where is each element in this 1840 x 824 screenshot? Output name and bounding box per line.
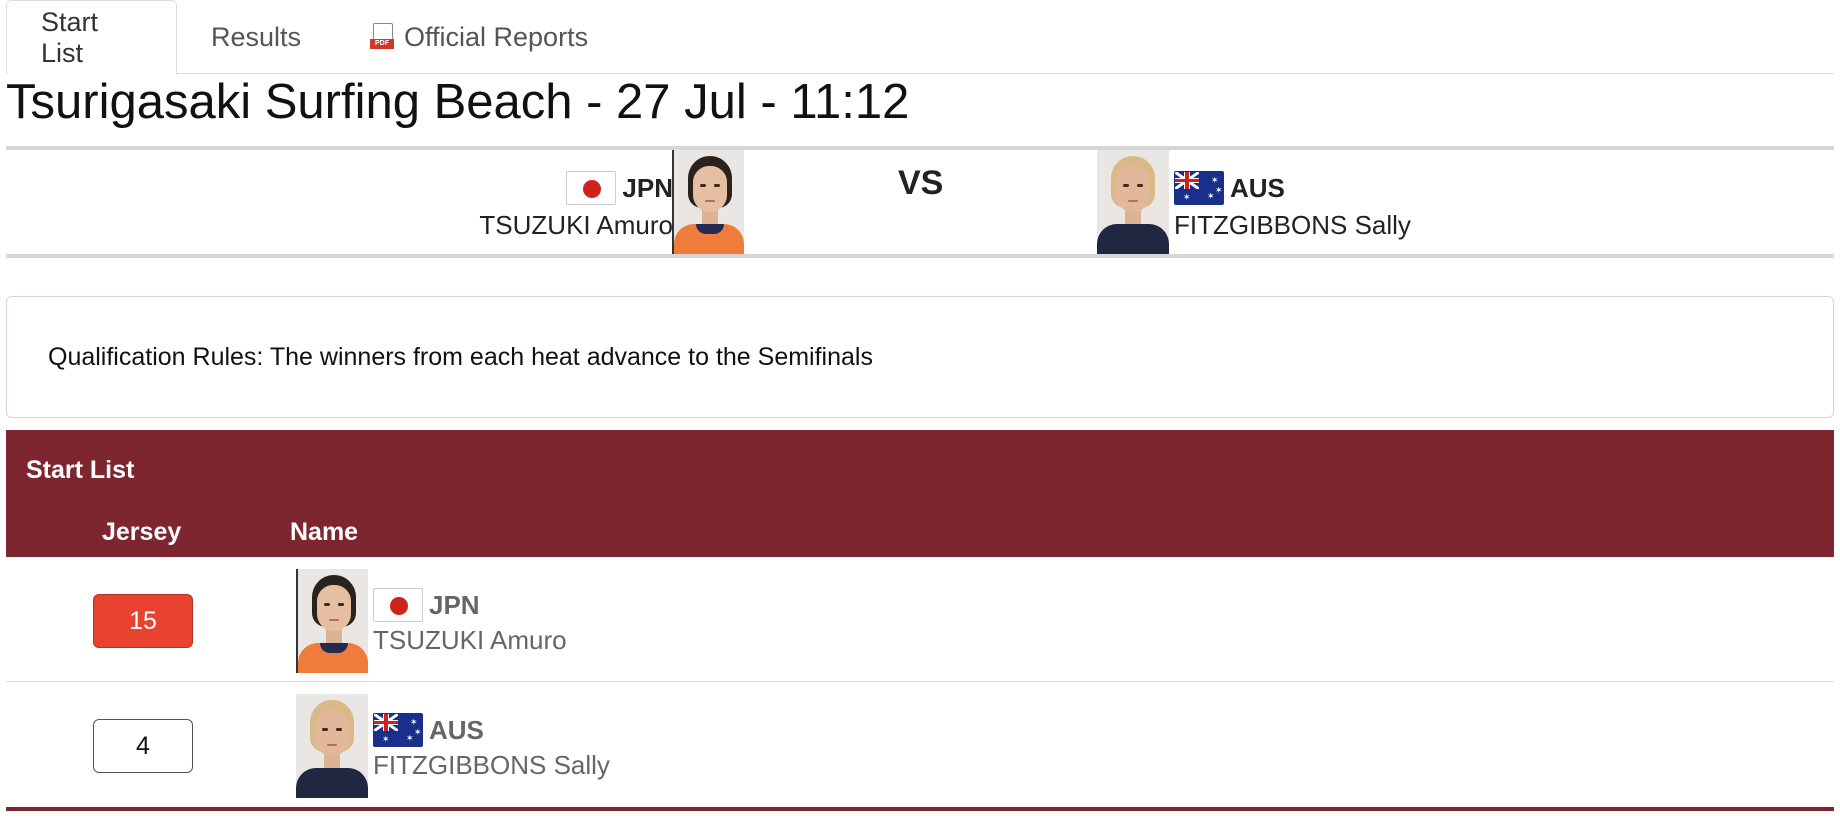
athlete-info: ✶ ✶ ✶ ✶ AUS FITZGIBBONS Sally bbox=[373, 712, 610, 781]
jersey-badge: 4 bbox=[93, 719, 193, 773]
table-row: 15 JPN TSUZUKI Amuro bbox=[6, 557, 1834, 682]
athlete-name[interactable]: TSUZUKI Amuro bbox=[373, 625, 567, 656]
athlete-left-name[interactable]: TSUZUKI Amuro bbox=[479, 210, 673, 241]
tab-bar: Start List Results PDF Official Reports bbox=[6, 0, 1834, 75]
aus-flag-icon: ✶ ✶ ✶ ✶ bbox=[373, 713, 423, 747]
athlete-code: JPN bbox=[429, 589, 480, 620]
qualification-rules-text: Qualification Rules: The winners from ea… bbox=[48, 343, 873, 371]
jpn-flag-icon bbox=[373, 588, 423, 622]
tab-results[interactable]: Results bbox=[177, 0, 335, 74]
table-row: 4 ✶ ✶ ✶ ✶ AUS FITZGIBBONS Sally bbox=[6, 682, 1834, 811]
heat-matchup: JPN TSUZUKI Amuro VS ✶ ✶ ✶ ✶ AUS FITZGIB… bbox=[6, 146, 1834, 258]
jersey-badge: 15 bbox=[93, 594, 193, 648]
athlete-right-code: AUS bbox=[1230, 172, 1285, 203]
athlete-name[interactable]: FITZGIBBONS Sally bbox=[373, 750, 610, 781]
athlete-left-code: JPN bbox=[622, 172, 673, 203]
athlete-left-photo bbox=[672, 150, 744, 254]
pdf-icon: PDF bbox=[370, 23, 396, 51]
athlete-right-name[interactable]: FITZGIBBONS Sally bbox=[1174, 210, 1411, 241]
athlete-right: ✶ ✶ ✶ ✶ AUS FITZGIBBONS Sally bbox=[1174, 170, 1411, 241]
jpn-flag-icon bbox=[566, 171, 617, 205]
athlete-left: JPN TSUZUKI Amuro bbox=[479, 170, 673, 241]
column-header-jersey: Jersey bbox=[102, 518, 182, 546]
athlete-photo bbox=[296, 569, 368, 673]
tab-start-list[interactable]: Start List bbox=[6, 0, 177, 75]
aus-flag-icon: ✶ ✶ ✶ ✶ bbox=[1174, 171, 1224, 205]
page-title: Tsurigasaki Surfing Beach - 27 Jul - 11:… bbox=[6, 75, 910, 129]
start-list-title: Start List bbox=[26, 456, 135, 484]
start-list-header: Start List Jersey Name bbox=[6, 430, 1834, 557]
athlete-photo bbox=[296, 694, 368, 798]
athlete-code: AUS bbox=[429, 714, 484, 745]
vs-label: VS bbox=[898, 164, 944, 202]
tab-official-reports[interactable]: PDF Official Reports bbox=[338, 0, 622, 74]
qualification-rules-box: Qualification Rules: The winners from ea… bbox=[6, 296, 1834, 418]
column-header-name: Name bbox=[290, 518, 359, 546]
athlete-info: JPN TSUZUKI Amuro bbox=[373, 587, 567, 656]
athlete-right-photo bbox=[1097, 150, 1169, 254]
tab-official-reports-label: Official Reports bbox=[404, 21, 589, 52]
